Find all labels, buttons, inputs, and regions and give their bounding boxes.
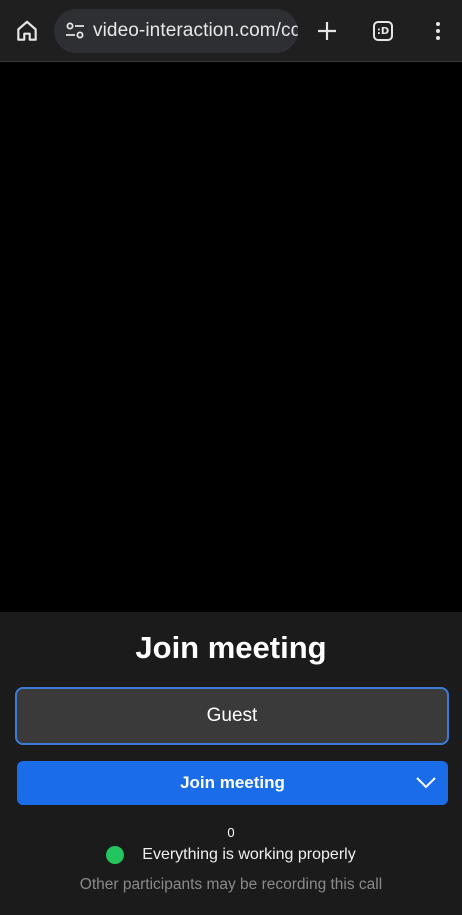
chevron-down-icon (416, 777, 436, 789)
tab-switcher-label: :D (376, 25, 390, 37)
overflow-menu-button[interactable] (420, 12, 456, 50)
status-text: Everything is working properly (142, 846, 356, 863)
join-title: Join meeting (135, 630, 327, 665)
home-button[interactable] (8, 12, 46, 50)
status-indicator (106, 846, 125, 864)
name-input[interactable] (15, 687, 449, 745)
join-options-dropdown[interactable] (414, 771, 438, 795)
more-vert-icon (436, 22, 440, 40)
status-row: Everything is working properly (0, 844, 462, 866)
plus-icon (318, 22, 336, 40)
join-meeting-button-label: Join meeting (180, 773, 285, 792)
browser-toolbar: video-interaction.com/cc :D (0, 0, 462, 62)
video-preview (0, 63, 462, 612)
participant-counter: 0 (227, 825, 235, 840)
url-text[interactable]: video-interaction.com/cc (93, 20, 298, 42)
recording-notice: Other participants may be recording this… (79, 876, 383, 893)
new-tab-button[interactable] (308, 12, 346, 50)
tab-switcher-button[interactable]: :D (364, 12, 402, 50)
address-bar[interactable]: video-interaction.com/cc (54, 9, 298, 53)
tune-icon[interactable] (63, 19, 87, 43)
join-meeting-button[interactable]: Join meeting (17, 761, 448, 805)
home-icon (17, 20, 37, 41)
join-panel: Join meeting Join meeting 0 Everything i… (0, 612, 462, 915)
tab-switcher-icon: :D (373, 21, 393, 41)
